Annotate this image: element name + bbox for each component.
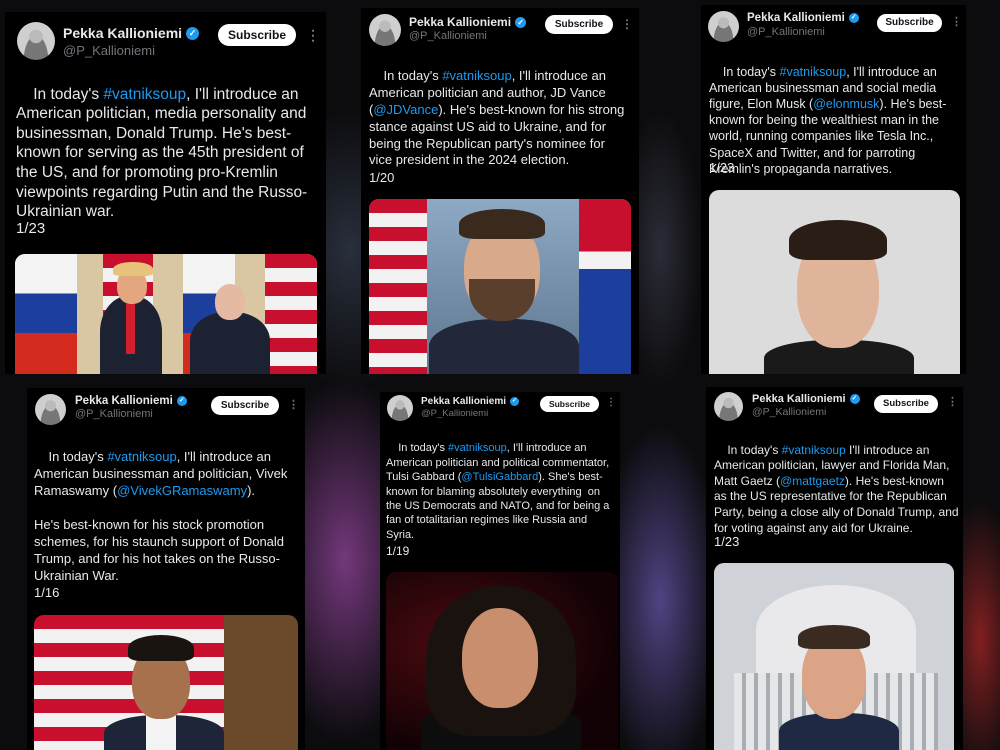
mention-link[interactable]: @JDVance <box>373 102 438 117</box>
thread-counter: 1/23 <box>709 160 735 175</box>
tweet-text: In today's #vatniksoup, I'll introduce a… <box>34 449 292 583</box>
state-flag <box>579 199 631 374</box>
more-options-icon[interactable]: ⋮ <box>951 15 962 28</box>
thread-counter: 1/23 <box>714 534 740 549</box>
author-name[interactable]: Pekka Kallioniemi ✓ <box>421 396 520 407</box>
more-options-icon[interactable]: ⋮ <box>606 397 616 408</box>
tweet-card-vance: Pekka Kallioniemi ✓ @P_Kallioniemi Subsc… <box>361 8 639 374</box>
author-name[interactable]: Pekka Kallioniemi ✓ <box>747 12 859 24</box>
author-handle[interactable]: @P_Kallioniemi <box>409 30 487 42</box>
mention-link[interactable]: @TulsiGabbard <box>461 471 538 483</box>
verified-badge-icon: ✓ <box>510 397 520 406</box>
author-avatar[interactable] <box>17 22 55 60</box>
subscribe-button[interactable]: Subscribe <box>877 14 942 32</box>
more-options-icon[interactable]: ⋮ <box>306 27 320 44</box>
tweet-card-gaetz: Pekka Kallioniemi ✓ @P_Kallioniemi Subsc… <box>706 387 963 750</box>
author-avatar[interactable] <box>714 392 743 421</box>
tweet-photo[interactable] <box>386 572 618 750</box>
tweet-card-trump: Pekka Kallioniemi ✓ @P_Kallioniemi Subsc… <box>5 12 326 374</box>
thread-counter: 1/16 <box>34 585 60 600</box>
tweet-text: In today's #vatniksoup I'll introduce an… <box>714 442 962 535</box>
tweet-card-ramaswamy: Pekka Kallioniemi ✓ @P_Kallioniemi Subsc… <box>27 388 305 750</box>
author-handle[interactable]: @P_Kallioniemi <box>75 408 153 420</box>
hashtag-link[interactable]: #vatniksoup <box>107 449 176 464</box>
thread-counter: 1/23 <box>16 220 46 237</box>
subscribe-button[interactable]: Subscribe <box>874 395 938 413</box>
tweet-text: In today's #vatniksoup, I'll introduce a… <box>369 67 628 168</box>
tweet-photo[interactable] <box>15 254 317 374</box>
author-handle[interactable]: @P_Kallioniemi <box>747 26 825 38</box>
tweet-photo[interactable] <box>714 563 954 750</box>
tweet-text: In today's #vatniksoup, I'll introduce a… <box>709 65 947 176</box>
author-name[interactable]: Pekka Kallioniemi ✓ <box>409 15 527 29</box>
tweet-card-gabbard: Pekka Kallioniemi ✓ @P_Kallioniemi Subsc… <box>380 392 620 750</box>
tweet-text: In today's #vatniksoup, I'll introduce a… <box>386 442 613 541</box>
hashtag-link[interactable]: #vatniksoup <box>782 443 846 457</box>
hashtag-link[interactable]: #vatniksoup <box>780 65 847 79</box>
author-avatar[interactable] <box>35 394 66 425</box>
person-figure <box>190 312 270 374</box>
more-options-icon[interactable]: ⋮ <box>288 398 299 411</box>
tweet-photo[interactable] <box>34 615 298 750</box>
subscribe-button[interactable]: Subscribe <box>211 396 279 415</box>
tweet-text: In today's #vatniksoup, I'll introduce a… <box>16 85 311 221</box>
tweet-photo[interactable] <box>709 190 960 374</box>
author-name[interactable]: Pekka Kallioniemi ✓ <box>752 393 860 405</box>
verified-badge-icon: ✓ <box>186 26 200 40</box>
author-avatar[interactable] <box>387 395 413 421</box>
us-flag <box>265 254 317 374</box>
tweet-card-musk: Pekka Kallioniemi ✓ @P_Kallioniemi Subsc… <box>701 5 966 374</box>
tweet-photo[interactable] <box>369 199 631 374</box>
hashtag-link[interactable]: #vatniksoup <box>448 442 507 454</box>
more-options-icon[interactable]: ⋮ <box>621 17 633 31</box>
author-avatar[interactable] <box>369 14 401 46</box>
author-name[interactable]: Pekka Kallioniemi ✓ <box>75 395 187 407</box>
author-avatar[interactable] <box>708 11 739 42</box>
person-figure <box>462 608 538 708</box>
subscribe-button[interactable]: Subscribe <box>540 396 599 412</box>
author-handle[interactable]: @P_Kallioniemi <box>752 406 826 418</box>
verified-badge-icon: ✓ <box>849 394 860 404</box>
subscribe-button[interactable]: Subscribe <box>545 15 613 34</box>
verified-badge-icon: ✓ <box>515 16 527 28</box>
subscribe-button[interactable]: Subscribe <box>218 24 296 46</box>
person-figure <box>429 319 579 374</box>
author-handle[interactable]: @P_Kallioniemi <box>63 43 155 58</box>
hashtag-link[interactable]: #vatniksoup <box>103 86 186 103</box>
mention-link[interactable]: @elonmusk <box>813 97 879 111</box>
person-figure <box>215 284 245 320</box>
more-options-icon[interactable]: ⋮ <box>947 395 958 408</box>
thread-counter: 1/19 <box>386 544 410 558</box>
hashtag-link[interactable]: #vatniksoup <box>442 68 511 83</box>
russian-flag <box>15 254 77 374</box>
thread-counter: 1/20 <box>369 170 395 185</box>
mention-link[interactable]: @VivekGRamaswamy <box>117 483 247 498</box>
verified-badge-icon: ✓ <box>848 13 859 23</box>
author-handle[interactable]: @P_Kallioniemi <box>421 408 488 419</box>
verified-badge-icon: ✓ <box>176 396 187 406</box>
mention-link[interactable]: @mattgaetz <box>780 474 845 488</box>
author-name[interactable]: Pekka Kallioniemi ✓ <box>63 25 200 41</box>
us-flag <box>369 199 427 374</box>
